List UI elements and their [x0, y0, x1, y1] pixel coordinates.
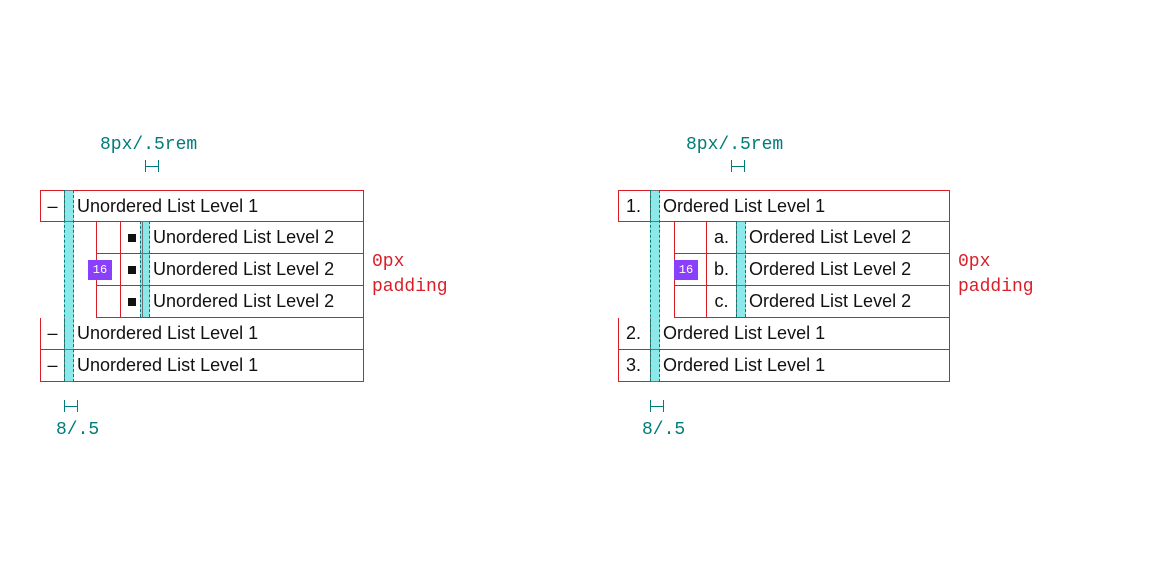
top-spacing-label: 8px/.5rem	[100, 135, 197, 155]
list-item: Unordered List Level 2	[96, 286, 364, 318]
list-item-text: Ordered List Level 1	[650, 318, 950, 350]
list-item: b. Ordered List Level 2	[674, 254, 950, 286]
dash-marker: –	[40, 318, 64, 350]
number-marker: 3.	[618, 350, 650, 382]
padding-label: 0px padding	[958, 250, 1034, 300]
list-item: 1. Ordered List Level 1	[618, 190, 950, 222]
list-item-text: Unordered List Level 1	[64, 190, 364, 222]
list-item: 3. Ordered List Level 1	[618, 350, 950, 382]
padding-label: 0px padding	[372, 250, 448, 300]
list-item-text: Ordered List Level 1	[650, 350, 950, 382]
indent-cell	[96, 286, 120, 318]
dash-marker: –	[40, 190, 64, 222]
list-item-text: Ordered List Level 2	[736, 254, 950, 286]
list-item-text: Unordered List Level 2	[142, 254, 364, 286]
indent-size-chip: 16	[674, 260, 698, 280]
indent-cell	[674, 286, 706, 318]
list-item: Unordered List Level 2	[96, 254, 364, 286]
list-item-text: Unordered List Level 2	[142, 286, 364, 318]
indent-cell	[96, 222, 120, 254]
list-item-text: Ordered List Level 2	[736, 222, 950, 254]
letter-marker: a.	[706, 222, 736, 254]
list-item: c. Ordered List Level 2	[674, 286, 950, 318]
list-item-text: Ordered List Level 2	[736, 286, 950, 318]
top-spacing-tick	[145, 160, 159, 172]
list-item: – Unordered List Level 1	[40, 350, 364, 382]
list-item-text: Unordered List Level 1	[64, 350, 364, 382]
number-marker: 1.	[618, 190, 650, 222]
bottom-spacing-label: 8/.5	[56, 420, 99, 440]
square-marker	[120, 254, 142, 286]
top-spacing-label: 8px/.5rem	[686, 135, 783, 155]
bottom-spacing-tick	[64, 400, 78, 412]
list-item: Unordered List Level 2	[96, 222, 364, 254]
list-item-text: Ordered List Level 1	[650, 190, 950, 222]
number-marker: 2.	[618, 318, 650, 350]
unordered-list-spec: 8px/.5rem – Unordered List Level 1 Unord…	[40, 190, 490, 382]
bottom-spacing-label: 8/.5	[642, 420, 685, 440]
square-marker	[120, 222, 142, 254]
dash-marker: –	[40, 350, 64, 382]
list-item-text: Unordered List Level 1	[64, 318, 364, 350]
top-spacing-tick	[731, 160, 745, 172]
bottom-spacing-tick	[650, 400, 664, 412]
list-item-text: Unordered List Level 2	[142, 222, 364, 254]
list-item: – Unordered List Level 1	[40, 190, 364, 222]
list-item: a. Ordered List Level 2	[674, 222, 950, 254]
ordered-list-spec: 8px/.5rem 1. Ordered List Level 1 a. Ord…	[618, 190, 1068, 382]
square-marker	[120, 286, 142, 318]
indent-cell	[674, 222, 706, 254]
indent-size-chip: 16	[88, 260, 112, 280]
list-item: 2. Ordered List Level 1	[618, 318, 950, 350]
letter-marker: b.	[706, 254, 736, 286]
list-item: – Unordered List Level 1	[40, 318, 364, 350]
letter-marker: c.	[706, 286, 736, 318]
